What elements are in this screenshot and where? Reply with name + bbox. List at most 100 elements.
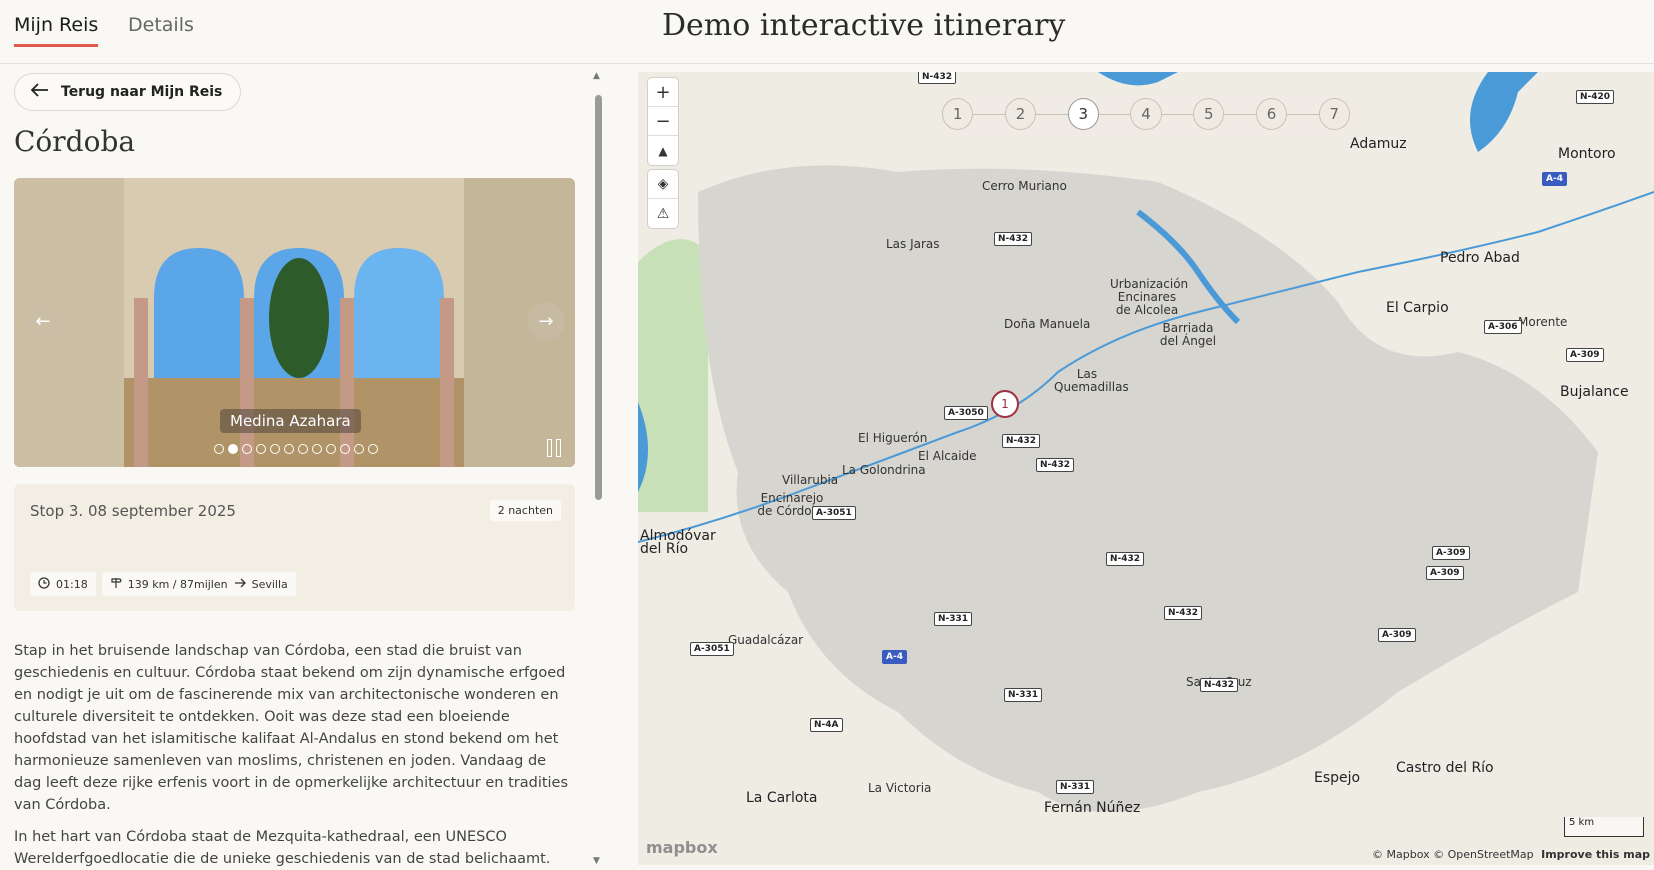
road-shield: N-432 (918, 72, 957, 84)
road-shield: N-432 (1164, 606, 1203, 620)
road-shield: N-331 (1004, 688, 1043, 702)
distance-value: 139 km / 87mijlen (127, 577, 228, 591)
carousel-dot[interactable] (228, 444, 238, 454)
map-style-button[interactable]: ◈ (648, 170, 678, 199)
pause-icon[interactable] (547, 439, 563, 457)
map-label: Espejo (1314, 770, 1361, 786)
next-stop: Sevilla (251, 577, 288, 591)
photo-carousel[interactable]: ← → Medina Azahara (14, 178, 575, 467)
map-label: Fernán Núñez (1044, 800, 1141, 816)
road-shield: N-432 (1036, 458, 1075, 472)
zoom-in-button[interactable]: + (648, 78, 678, 107)
road-shield: N-331 (934, 612, 973, 626)
map-label: El Alcaide (918, 449, 977, 463)
map-label: Morente (1518, 315, 1568, 329)
warning-icon: ⚠ (656, 205, 670, 222)
carousel-dot[interactable] (340, 444, 350, 454)
carousel-dot[interactable] (368, 444, 378, 454)
carousel-next-button[interactable]: → (527, 302, 565, 340)
map-scale: 5 km (1564, 817, 1644, 837)
carousel-caption: Medina Azahara (220, 409, 361, 433)
map-layers-icon: ◈ (657, 176, 669, 192)
stop-card: Stop 3. 08 september 2025 2 nachten 01:1… (14, 484, 575, 611)
map-label: Almodóvar del Río (640, 528, 716, 557)
scroll-up-icon[interactable]: ▲ (593, 71, 600, 81)
distance-chip: 139 km / 87mijlen Sevilla (101, 572, 296, 596)
map-label: El Higuerón (858, 431, 928, 445)
step-6[interactable]: 6 (1255, 98, 1288, 130)
attribution-text[interactable]: © Mapbox © OpenStreetMap (1372, 848, 1534, 861)
stop-label: Stop 3. 08 september 2025 (30, 502, 236, 520)
map-label: El Carpio (1386, 300, 1449, 316)
carousel-dots (214, 444, 378, 454)
map-label: Doña Manuela (1004, 317, 1091, 331)
carousel-dot[interactable] (214, 444, 224, 454)
improve-map-link[interactable]: Improve this map (1541, 848, 1650, 861)
scroll-down-icon[interactable]: ▼ (593, 856, 600, 866)
carousel-dot[interactable] (312, 444, 322, 454)
back-button[interactable]: Terug naar Mijn Reis (14, 73, 242, 111)
road-shield: N-432 (1002, 434, 1041, 448)
map-label: Las Jaras (886, 237, 940, 251)
duration-chip: 01:18 (30, 572, 96, 596)
compass-button[interactable]: ▲ (648, 136, 678, 165)
description: Stap in het bruisende landschap van Córd… (14, 640, 576, 870)
mapbox-logo[interactable]: mapbox (646, 838, 718, 857)
road-shield: A-309 (1432, 546, 1470, 560)
itinerary-panel: Terug naar Mijn Reis Córdoba ← → Medina … (0, 65, 605, 870)
zoom-out-button[interactable]: − (648, 107, 678, 136)
carousel-dot[interactable] (284, 444, 294, 454)
road-shield: N-4A (810, 718, 843, 732)
duration-value: 01:18 (56, 577, 88, 591)
map-label: Villarubia (782, 473, 839, 487)
map-label: La Golondrina (842, 463, 926, 477)
map-label: Urbanización Encinares de Alcolea (1110, 277, 1189, 317)
stop-marker[interactable]: 1 (991, 390, 1019, 418)
road-shield: N-432 (1200, 678, 1239, 692)
step-4[interactable]: 4 (1130, 98, 1162, 130)
map-label: Bujalance (1560, 384, 1629, 400)
road-shield: A-3051 (812, 506, 856, 520)
step-5[interactable]: 5 (1193, 98, 1225, 130)
carousel-dot[interactable] (270, 444, 280, 454)
carousel-dot[interactable] (242, 444, 252, 454)
road-shield: N-331 (1056, 780, 1095, 794)
draw-controls: ◈ ⚠ (648, 170, 678, 228)
step-3[interactable]: 3 (1067, 98, 1099, 130)
road-shield: A-3050 (944, 406, 988, 420)
step-2[interactable]: 2 (1004, 98, 1037, 130)
top-bar: Mijn Reis Details Demo interactive itine… (0, 0, 1654, 64)
step-1[interactable]: 1 (942, 98, 974, 130)
map[interactable]: + − ▲ ◈ ⚠ 1 2 3 4 5 6 7 1 Adamuz Montoro… (638, 72, 1654, 865)
tab-details[interactable]: Details (128, 14, 194, 44)
tab-mijn-reis[interactable]: Mijn Reis (14, 14, 99, 47)
carousel-dot[interactable] (326, 444, 336, 454)
scrollbar-thumb[interactable] (595, 95, 602, 500)
map-attribution: © Mapbox © OpenStreetMap Improve this ma… (1372, 848, 1650, 861)
stop-stepper: 1 2 3 4 5 6 7 (936, 92, 1356, 136)
report-button[interactable]: ⚠ (648, 199, 678, 228)
road-shield: A-309 (1566, 348, 1604, 362)
road-shield: A-309 (1378, 628, 1416, 642)
clock-icon (38, 576, 50, 592)
map-label: Guadalcázar (728, 633, 804, 647)
carousel-dot[interactable] (256, 444, 266, 454)
description-paragraph: Stap in het bruisende landschap van Córd… (14, 643, 569, 813)
arrow-right-icon: → (538, 310, 554, 332)
step-7[interactable]: 7 (1318, 98, 1350, 130)
scrollbar[interactable]: ▲ ▼ (592, 71, 604, 866)
carousel-dot[interactable] (354, 444, 364, 454)
map-label: Montoro (1558, 146, 1616, 162)
description-paragraph: In het hart van Córdoba staat de Mezquit… (14, 829, 551, 867)
map-label: Barriada del Ángel (1159, 321, 1217, 348)
carousel-dot[interactable] (298, 444, 308, 454)
road-shield: N-420 (1576, 90, 1615, 104)
arrow-left-icon (30, 83, 49, 101)
map-label: Adamuz (1350, 136, 1407, 152)
map-label: La Carlota (746, 790, 818, 806)
carousel-prev-button[interactable]: ← (24, 302, 62, 340)
map-label: Castro del Río (1396, 760, 1494, 776)
compass-icon: ▲ (658, 143, 668, 158)
stop-chips: 01:18 139 km / 87mijlen Sevilla (30, 572, 296, 596)
road-shield: A-4 (1542, 172, 1567, 186)
